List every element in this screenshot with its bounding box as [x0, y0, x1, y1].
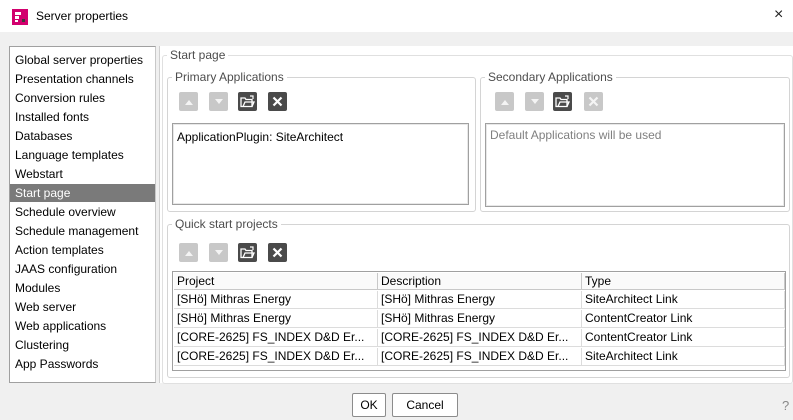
table-cell[interactable]: [CORE-2625] FS_INDEX D&D Er...: [174, 348, 378, 366]
table-cell[interactable]: [SHö] Mithras Energy: [174, 310, 378, 328]
secondary-move-down-button[interactable]: [525, 92, 544, 111]
secondary-applications-legend: Secondary Applications: [488, 70, 613, 84]
table-cell[interactable]: SiteArchitect Link: [582, 348, 785, 366]
table-cell[interactable]: [CORE-2625] FS_INDEX D&D Er...: [378, 348, 582, 366]
table-cell[interactable]: [SHö] Mithras Energy: [378, 291, 582, 309]
title-bar: Server properties ×: [0, 0, 793, 32]
move-up-icon: [184, 250, 193, 256]
quick-start-browse-button[interactable]: [238, 243, 257, 262]
sidebar-item-global-server-properties[interactable]: Global server properties: [10, 51, 155, 69]
move-down-icon: [214, 249, 223, 255]
sidebar-item-schedule-overview[interactable]: Schedule overview: [10, 203, 155, 221]
sidebar-item-language-templates[interactable]: Language templates: [10, 146, 155, 164]
remove-icon: [272, 247, 283, 258]
column-header-type[interactable]: Type: [582, 273, 785, 290]
help-icon[interactable]: ?: [782, 398, 789, 413]
start-page-legend: Start page: [170, 48, 226, 62]
sidebar-item-installed-fonts[interactable]: Installed fonts: [10, 108, 155, 126]
quick-start-move-down-button[interactable]: [209, 243, 228, 262]
close-icon[interactable]: ×: [774, 6, 783, 24]
primary-applications-list[interactable]: ApplicationPlugin: SiteArchitect: [172, 123, 469, 205]
secondary-browse-button[interactable]: [553, 92, 572, 111]
sidebar-item-webstart[interactable]: Webstart: [10, 165, 155, 183]
secondary-remove-button[interactable]: [584, 92, 603, 111]
table-cell[interactable]: [SHö] Mithras Energy: [378, 310, 582, 328]
sidebar-item-databases[interactable]: Databases: [10, 127, 155, 145]
sidebar-item-web-applications[interactable]: Web applications: [10, 317, 155, 335]
list-item[interactable]: ApplicationPlugin: SiteArchitect: [177, 130, 343, 144]
move-down-icon: [530, 98, 539, 104]
primary-applications-legend: Primary Applications: [175, 70, 284, 84]
sidebar-item-clustering[interactable]: Clustering: [10, 336, 155, 354]
ok-button[interactable]: OK: [352, 393, 386, 417]
move-up-icon: [500, 99, 509, 105]
quick-start-projects-table[interactable]: Project Description Type [SHö] Mithras Ener…: [172, 271, 786, 371]
table-cell[interactable]: [CORE-2625] FS_INDEX D&D Er...: [378, 329, 582, 347]
sidebar-item-start-page[interactable]: Start page: [10, 184, 155, 202]
settings-sidebar: Global server properties Presentation cha…: [9, 46, 156, 383]
column-header-project[interactable]: Project: [174, 273, 378, 290]
sidebar-item-jaas-configuration[interactable]: JAAS configuration: [10, 260, 155, 278]
quick-start-projects-legend: Quick start projects: [175, 217, 278, 231]
secondary-applications-placeholder: Default Applications will be used: [490, 128, 662, 142]
primary-move-down-button[interactable]: [209, 92, 228, 111]
column-header-description[interactable]: Description: [378, 273, 582, 290]
table-cell[interactable]: [CORE-2625] FS_INDEX D&D Er...: [174, 329, 378, 347]
remove-icon: [272, 96, 283, 107]
sidebar-item-action-templates[interactable]: Action templates: [10, 241, 155, 259]
sidebar-item-modules[interactable]: Modules: [10, 279, 155, 297]
move-up-icon: [184, 99, 193, 105]
sidebar-item-schedule-management[interactable]: Schedule management: [10, 222, 155, 240]
table-cell[interactable]: [SHö] Mithras Energy: [174, 291, 378, 309]
quick-start-move-up-button[interactable]: [179, 243, 198, 262]
table-cell[interactable]: ContentCreator Link: [582, 329, 785, 347]
secondary-move-up-button[interactable]: [495, 92, 514, 111]
sidebar-item-conversion-rules[interactable]: Conversion rules: [10, 89, 155, 107]
sidebar-item-web-server[interactable]: Web server: [10, 298, 155, 316]
remove-icon: [588, 96, 599, 107]
browse-folder-icon: [555, 95, 570, 108]
quick-start-remove-button[interactable]: [268, 243, 287, 262]
window-title: Server properties: [36, 9, 129, 23]
browse-folder-icon: [240, 95, 255, 108]
sidebar-item-presentation-channels[interactable]: Presentation channels: [10, 70, 155, 88]
sidebar-item-app-passwords[interactable]: App Passwords: [10, 355, 155, 373]
move-down-icon: [214, 98, 223, 104]
table-cell[interactable]: ContentCreator Link: [582, 310, 785, 328]
primary-move-up-button[interactable]: [179, 92, 198, 111]
cancel-button[interactable]: Cancel: [392, 393, 458, 417]
browse-folder-icon: [240, 246, 255, 259]
firstspirit-app-icon: [12, 9, 28, 25]
secondary-applications-list[interactable]: Default Applications will be used: [485, 123, 785, 207]
primary-remove-button[interactable]: [268, 92, 287, 111]
primary-browse-button[interactable]: [238, 92, 257, 111]
table-cell[interactable]: SiteArchitect Link: [582, 291, 785, 309]
